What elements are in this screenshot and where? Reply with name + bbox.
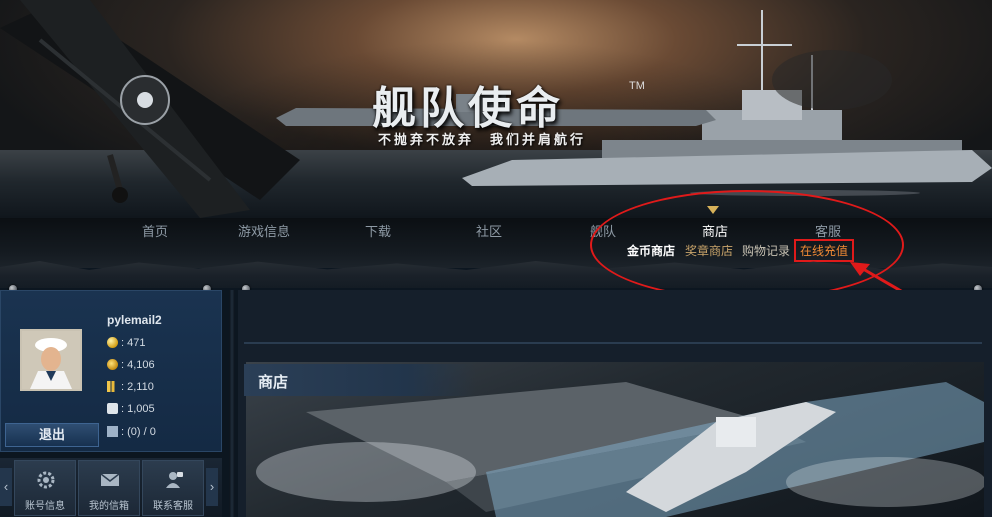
quick-link-my-mailbox[interactable]: 我的信箱 [78,460,140,516]
quick-links-bar: ‹ 账号信息 我的信箱 联系客服 › [0,458,222,517]
logout-button[interactable]: 退出 [5,423,99,447]
nav-item-community[interactable]: 社区 [476,221,502,240]
trademark-mark: TM [629,80,645,92]
envelope-icon [107,426,118,437]
item-stat: : 1,005 [107,403,155,415]
gear-icon [37,471,55,489]
scroll-left-button[interactable]: ‹ [0,468,12,506]
gold-bar-stat: : 2,110 [107,381,154,393]
mail-icon [100,473,120,486]
nav-item-game-info[interactable]: 游戏信息 [238,221,290,240]
section-title: 商店 [258,374,289,391]
gold-value: : 471 [121,337,146,349]
sailor-avatar-icon [22,331,80,389]
slogan-text: 不抛弃不放弃 我们并肩航行 [378,132,587,147]
avatar[interactable] [20,329,82,391]
header-banner: 舰队使命 TM 不抛弃不放弃 我们并肩航行 [0,0,992,218]
subnav-purchase-history[interactable]: 购物记录 [742,242,790,259]
mail-value: : (0) / 0 [121,426,156,438]
quick-link-label: 我的信箱 [89,501,129,512]
subnav-medal-shop[interactable]: 奖章商店 [685,242,733,259]
quick-link-label: 联系客服 [153,501,193,512]
gold-coin-icon [107,337,118,348]
active-nav-marker-icon [707,206,719,214]
nav-item-download[interactable]: 下载 [365,221,391,240]
nav-item-home[interactable]: 首页 [142,221,168,240]
nav-item-fleet[interactable]: 舰队 [590,221,616,240]
username: pylemail2 [107,313,162,327]
quick-link-label: 账号信息 [25,501,65,512]
user-panel: pylemail2 : 471 : 4,106 : 2,110 : 1,005 … [0,290,222,452]
scroll-right-button[interactable]: › [206,468,218,506]
mail-stat[interactable]: : (0) / 0 [107,426,156,438]
medal-stat: : 4,106 [107,359,155,371]
column-divider [229,290,235,517]
package-icon [107,403,118,414]
nav-item-shop[interactable]: 商店 [702,221,728,240]
logo-text: 舰队使命 [372,83,564,134]
support-icon [166,472,183,488]
gold-stat: : 471 [107,337,145,349]
nav-item-support[interactable]: 客服 [815,221,841,240]
medal-value: : 4,106 [121,359,155,371]
gold-bar-value: : 2,110 [121,381,154,393]
main-content: 商店 [238,290,992,517]
content-divider-line [244,342,982,344]
section-header: 商店 [244,364,476,396]
quick-link-account-info[interactable]: 账号信息 [14,460,76,516]
item-value: : 1,005 [121,403,155,415]
subnav-gold-shop[interactable]: 金币商店 [627,242,675,259]
gold-bars-icon [107,381,118,392]
medal-icon [107,359,118,370]
biplane-illustration [0,0,300,218]
game-logo[interactable]: 舰队使命 TM 不抛弃不放弃 我们并肩航行 [372,72,672,147]
quick-link-contact-support[interactable]: 联系客服 [142,460,204,516]
